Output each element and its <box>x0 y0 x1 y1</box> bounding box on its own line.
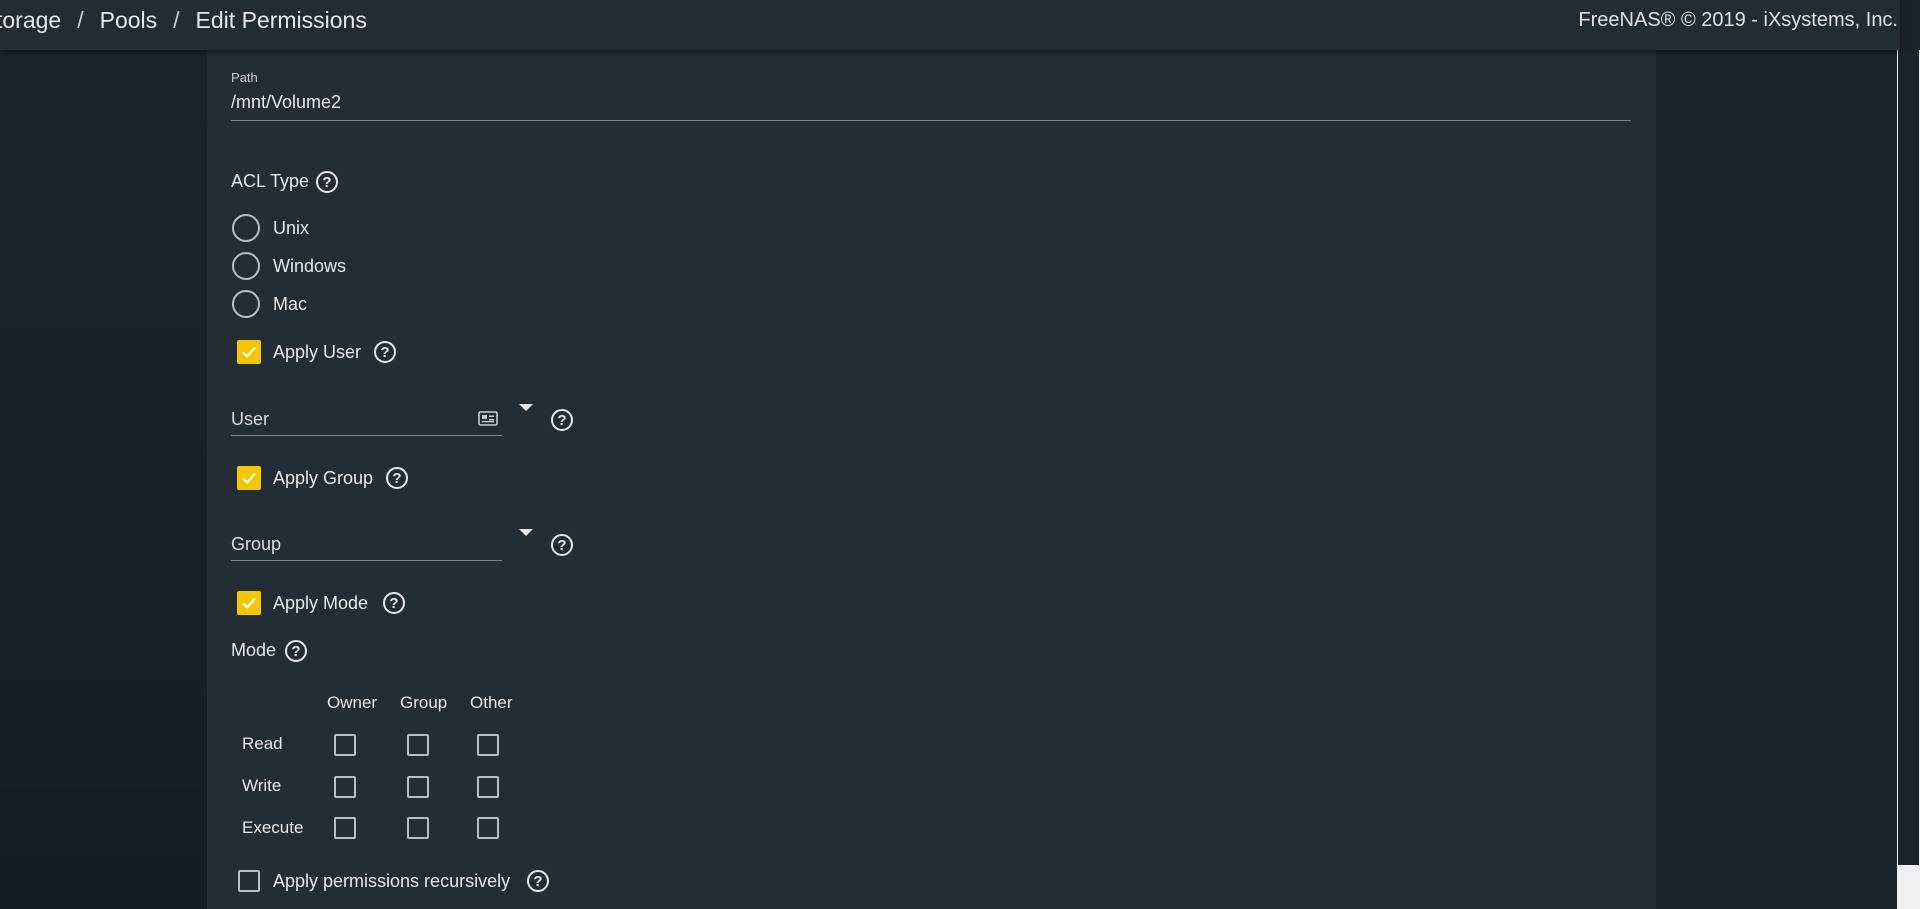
top-bar: torage / Pools / Edit Permissions FreeNA… <box>0 0 1900 50</box>
apply-mode-checkbox[interactable] <box>237 591 261 615</box>
contact-card-icon[interactable] <box>478 411 498 426</box>
mode-column-other: Other <box>470 693 513 712</box>
breadcrumb-separator: / <box>77 6 84 33</box>
breadcrumb-storage[interactable]: torage <box>0 7 61 34</box>
check-icon <box>242 472 256 485</box>
mode-read-group-checkbox[interactable] <box>407 734 429 756</box>
apply-group-help-icon[interactable]: ? <box>386 467 408 489</box>
mode-execute-other-checkbox[interactable] <box>477 817 499 839</box>
path-field[interactable]: /mnt/Volume2 <box>231 92 341 113</box>
mode-execute-owner-checkbox[interactable] <box>334 817 356 839</box>
mode-read-owner-checkbox[interactable] <box>334 734 356 756</box>
apply-recursively-checkbox[interactable] <box>238 870 260 892</box>
radio-mac-label[interactable]: Mac <box>273 294 307 315</box>
mode-row-execute: Execute <box>242 818 304 837</box>
apply-mode-label[interactable]: Apply Mode <box>273 593 368 614</box>
apply-user-label[interactable]: Apply User <box>273 342 361 363</box>
mode-row-read: Read <box>242 734 283 753</box>
acl-type-help-icon[interactable]: ? <box>316 171 338 193</box>
page-background <box>0 50 207 909</box>
group-help-icon[interactable]: ? <box>551 534 573 556</box>
breadcrumb-edit-permissions: Edit Permissions <box>195 6 367 33</box>
apply-recursively-label[interactable]: Apply permissions recursively <box>273 871 510 892</box>
apply-mode-help-icon[interactable]: ? <box>383 592 405 614</box>
apply-user-help-icon[interactable]: ? <box>374 341 396 363</box>
user-underline <box>231 435 502 436</box>
mode-read-other-checkbox[interactable] <box>477 734 499 756</box>
breadcrumb-separator: / <box>173 6 180 33</box>
apply-user-checkbox[interactable] <box>237 340 261 364</box>
breadcrumb-pools[interactable]: Pools <box>100 7 158 34</box>
group-select[interactable]: Group <box>231 534 281 555</box>
radio-windows[interactable] <box>232 252 260 280</box>
mode-column-owner: Owner <box>327 693 378 712</box>
mode-row-write: Write <box>242 776 282 795</box>
copyright-text: FreeNAS® © 2019 - iXsystems, Inc. <box>1578 8 1898 31</box>
mode-help-icon[interactable]: ? <box>285 640 307 662</box>
user-dropdown-caret-icon[interactable] <box>519 404 533 411</box>
apply-recursively-help-icon[interactable]: ? <box>527 870 549 892</box>
radio-unix[interactable] <box>232 214 260 242</box>
mode-column-group: Group <box>400 693 448 712</box>
mode-write-group-checkbox[interactable] <box>407 776 429 798</box>
mode-write-owner-checkbox[interactable] <box>334 776 356 798</box>
path-label: Path <box>231 70 258 85</box>
radio-unix-label[interactable]: Unix <box>273 218 309 239</box>
user-help-icon[interactable]: ? <box>551 409 573 431</box>
user-select[interactable]: User <box>231 409 269 430</box>
radio-windows-label[interactable]: Windows <box>273 256 346 277</box>
mode-label: Mode <box>231 640 277 660</box>
apply-group-checkbox[interactable] <box>237 466 261 490</box>
breadcrumb: torage / Pools / Edit Permissions <box>0 0 367 40</box>
check-icon <box>242 346 256 359</box>
acl-type-label: ACL Type <box>231 171 310 191</box>
path-underline <box>231 120 1631 121</box>
page-background <box>1656 50 1900 909</box>
group-dropdown-caret-icon[interactable] <box>519 529 533 536</box>
radio-mac[interactable] <box>232 290 260 318</box>
group-underline <box>231 560 502 561</box>
check-icon <box>242 597 256 610</box>
scrollbar-thumb[interactable] <box>1898 50 1919 865</box>
apply-group-label[interactable]: Apply Group <box>273 468 373 489</box>
mode-write-other-checkbox[interactable] <box>477 776 499 798</box>
mode-execute-group-checkbox[interactable] <box>407 817 429 839</box>
